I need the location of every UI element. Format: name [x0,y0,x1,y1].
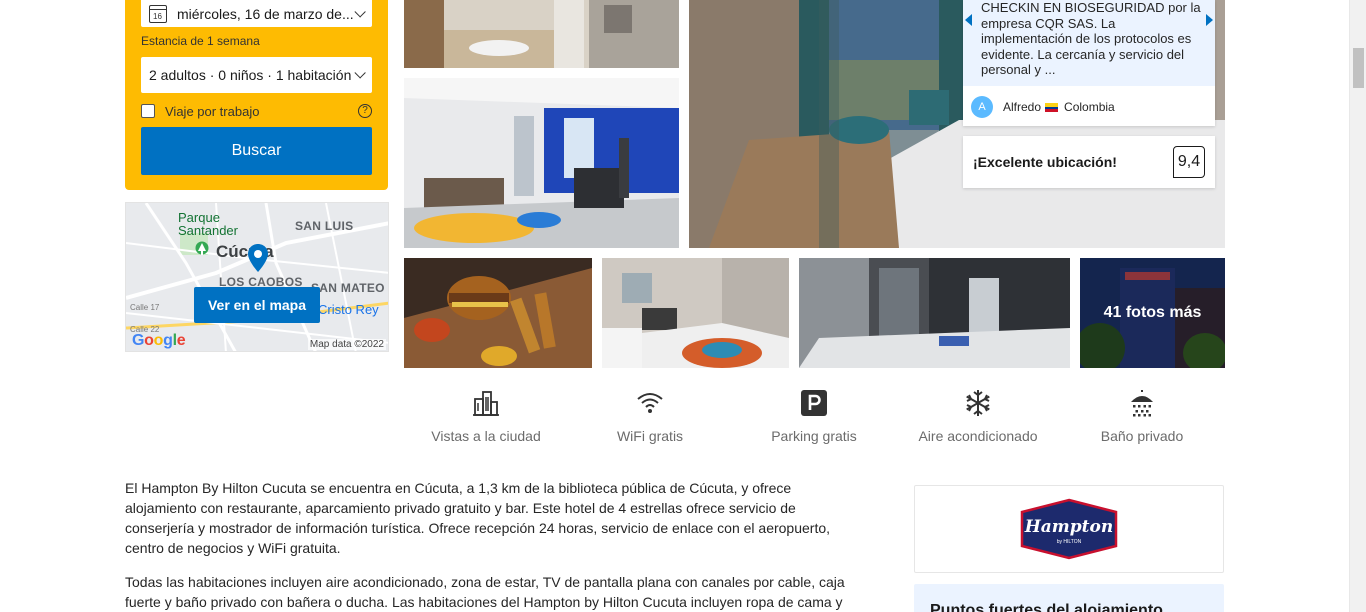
scrollbar-thumb[interactable] [1353,48,1364,88]
search-panel: 16 miércoles, 16 de marzo de... Estancia… [125,0,388,190]
stay-length-label: Estancia de 1 semana [141,34,260,48]
highlights-title: Puntos fuertes del alojamiento [930,602,1163,612]
facility-wifi: WiFi gratis [568,388,732,444]
facility-label: Parking gratis [771,428,857,444]
map-label-park: Parque Santander [178,210,238,238]
reviewer-name: Alfredo [1003,100,1042,114]
location-score-label: ¡Excelente ubicación! [973,154,1117,170]
facility-label: WiFi gratis [616,428,684,444]
work-trip-checkbox[interactable] [141,104,155,118]
parking-icon [801,390,827,416]
map-pin-icon[interactable] [247,243,269,273]
guest-review-card: CHECKIN EN BIOSEGURIDAD por la empresa C… [963,0,1215,126]
work-trip-row: Viaje por trabajo ? [141,102,372,120]
brand-logo-box: Hampton by HILTON [914,485,1224,573]
photo-reception[interactable] [799,258,1070,368]
facility-label: Baño privado [1100,428,1184,444]
facility-air-conditioning: Aire acondicionado [896,388,1060,444]
view-on-map-button[interactable]: Ver en el mapa [194,287,320,323]
reviewer-info: A Alfredo Colombia [971,95,1115,119]
help-icon[interactable]: ? [358,104,372,118]
page-scrollbar[interactable] [1349,0,1366,612]
work-trip-label[interactable]: Viaje por trabajo [165,104,259,119]
map-label-san-luis: SAN LUIS [295,219,354,233]
chevron-down-icon [354,5,366,18]
hampton-logo: Hampton by HILTON [1020,498,1118,560]
svg-text:Hampton: Hampton [1024,517,1114,537]
google-logo: Google [132,332,186,349]
property-highlights-box: Puntos fuertes del alojamiento [914,584,1224,612]
svg-text:by HILTON: by HILTON [1057,539,1082,545]
search-button[interactable]: Buscar [141,127,372,175]
facility-parking: Parking gratis [732,388,896,444]
checkout-date-value: miércoles, 16 de marzo de... [177,5,354,22]
facility-label: Vistas a la ciudad [431,428,541,444]
facility-label: Aire acondicionado [918,428,1038,444]
next-review-arrow-icon[interactable] [1206,14,1213,26]
facility-city-view: Vistas a la ciudad [404,388,568,444]
previous-review-arrow-icon[interactable] [965,14,972,26]
colombia-flag-icon [1045,102,1059,112]
guests-selector[interactable]: 2 adultos · 0 niños · 1 habitación [141,57,372,93]
description-paragraph-1: El Hampton By Hilton Cucuta se encuentra… [125,480,831,556]
description-paragraph-2: Todas las habitaciones incluyen aire aco… [125,574,845,610]
checkout-date-field[interactable]: 16 miércoles, 16 de marzo de... [141,0,372,27]
location-map[interactable]: Parque Santander Cúcuta SAN LUIS LOS CAOB… [125,202,389,352]
park-tree-icon [195,241,209,255]
reviewer-country: Colombia [1064,100,1115,114]
map-label-calle-17: Calle 17 [130,303,160,312]
map-label-san-mateo: SAN MATEO [311,281,385,295]
more-photos-label[interactable]: 41 fotos más [1080,258,1225,368]
location-score-badge: 9,4 [1173,146,1205,178]
chevron-down-icon [354,67,366,79]
city-view-icon [473,391,499,416]
guests-value: 2 adultos · 0 niños · 1 habitación [149,67,352,83]
location-score-card: ¡Excelente ubicación! 9,4 [963,136,1215,188]
wifi-icon [637,393,663,413]
review-text: CHECKIN EN BIOSEGURIDAD por la empresa C… [981,0,1203,86]
map-copyright: Map data ©2022 [307,339,386,350]
avatar: A [971,96,993,118]
photo-gym[interactable] [404,78,679,248]
photo-exterior-more[interactable]: 41 fotos más [1080,258,1225,368]
photo-twin-room[interactable] [602,258,789,368]
shower-icon [1131,390,1153,417]
map-label-cristo-rey: Cristo Rey [318,302,379,317]
photo-bathroom[interactable] [404,0,679,68]
photo-food[interactable] [404,258,592,368]
snowflake-icon [966,390,990,416]
facility-private-bathroom: Baño privado [1060,388,1224,444]
calendar-icon: 16 [149,4,167,23]
